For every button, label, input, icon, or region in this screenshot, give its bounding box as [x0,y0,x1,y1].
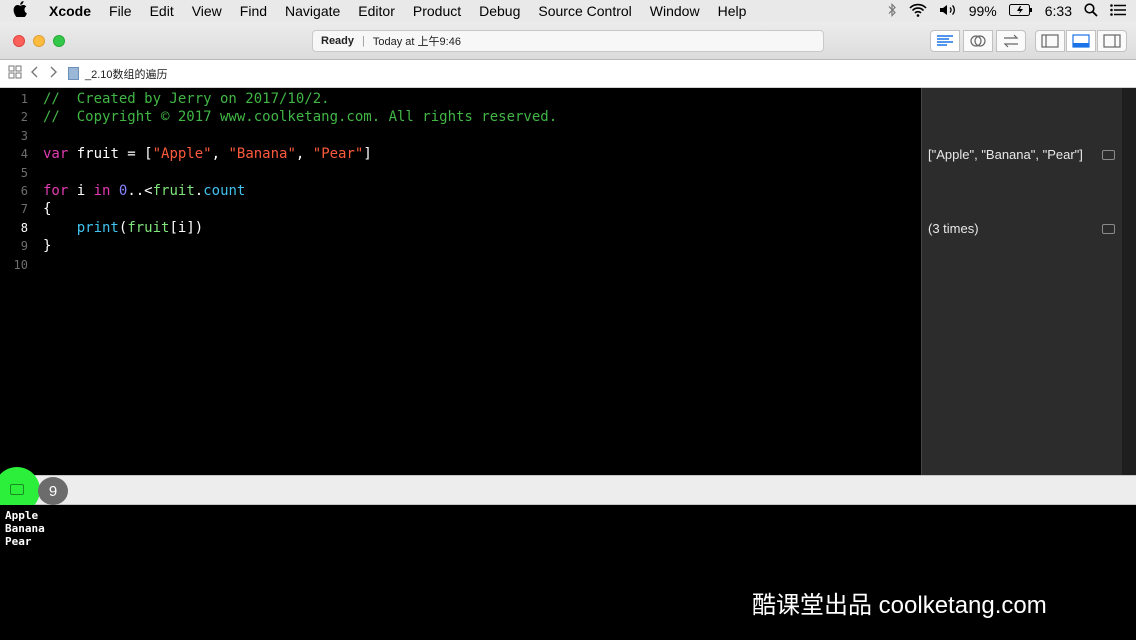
close-window-button[interactable] [13,35,25,47]
code-editor[interactable]: 1 2 3 4 5 6 7 8 9 10 // Created by Jerry… [0,88,921,475]
jump-bar: _2.10数组的遍历 [0,60,1136,88]
debug-area-toggle-button[interactable] [1066,30,1096,52]
line-number-gutter: 1 2 3 4 5 6 7 8 9 10 [0,90,34,274]
version-editor-icon [1003,34,1019,48]
utilities-toggle-button[interactable] [1097,30,1127,52]
menu-edit[interactable]: Edit [141,3,183,19]
apple-menu-icon[interactable] [0,1,40,21]
debug-bar: 9 [0,467,1136,513]
result-line-4: ["Apple", "Banana", "Pear"] [928,147,1083,162]
code-line-7: { [43,201,52,218]
issue-count-badge[interactable]: 9 [38,477,68,505]
battery-icon[interactable] [1008,3,1033,19]
left-panel-icon [1041,34,1059,48]
line-number: 10 [13,257,28,272]
status-area: 99% 6:33 [887,2,1136,20]
line-number: 6 [20,183,28,198]
search-icon[interactable] [1084,2,1098,20]
menu-product[interactable]: Product [404,3,470,19]
menu-xcode[interactable]: Xcode [40,3,100,19]
wifi-icon[interactable] [909,3,927,20]
breadcrumb-file[interactable]: _2.10数组的遍历 [85,66,168,82]
bluetooth-icon[interactable] [887,2,897,20]
code-text[interactable]: // Created by Jerry on 2017/10/2. // Cop… [43,90,557,274]
code-line-4: var fruit = ["Apple", "Banana", "Pear"] [43,146,372,163]
list-icon[interactable] [1110,3,1126,19]
results-sidebar: ["Apple", "Banana", "Pear"] (3 times) [921,88,1122,475]
standard-editor-icon [937,35,953,46]
code-line-1: // Created by Jerry on 2017/10/2. [43,91,330,107]
console-output: Apple Banana Pear [5,509,45,548]
menu-bar: Xcode File Edit View Find Navigate Edito… [0,0,1136,22]
line-number: 3 [20,128,28,143]
status-timestamp: Today at 上午9:46 [372,36,461,48]
line-number: 4 [20,147,28,162]
code-line-6: for i in 0..<fruit.count [43,182,246,199]
menu-editor[interactable]: Editor [349,3,404,19]
quick-look-button[interactable] [1102,224,1115,234]
status-text: Ready [321,35,355,47]
code-line-9: } [43,238,52,255]
minimize-window-button[interactable] [33,35,45,47]
code-line-2: // Copyright © 2017 www.coolketang.com. … [43,109,558,126]
zoom-window-button[interactable] [53,35,65,47]
menu-file[interactable]: File [100,3,141,19]
version-editor-button[interactable] [996,30,1026,52]
menu-navigate[interactable]: Navigate [276,3,349,19]
activity-viewer: Ready | Today at 上午9:46 [312,30,824,52]
battery-percent: 99% [968,3,997,19]
bottom-panel-icon [1072,34,1090,48]
standard-editor-button[interactable] [930,30,960,52]
result-line-8: (3 times) [928,221,979,236]
back-chevron-icon[interactable] [30,65,40,82]
line-number: 9 [20,239,28,254]
line-number: 2 [20,110,28,125]
navigator-toggle-button[interactable] [1035,30,1065,52]
assistant-editor-button[interactable] [963,30,993,52]
volume-icon[interactable] [939,3,957,20]
related-items-icon[interactable] [8,65,22,82]
code-line-8: print(fruit[i]) [76,219,204,236]
line-number: 5 [20,165,28,180]
quick-look-button[interactable] [1102,150,1115,160]
menu-view[interactable]: View [183,3,231,19]
line-number: 1 [20,92,28,106]
status-separator: | [362,35,365,47]
menu-help[interactable]: Help [709,3,756,19]
right-panel-icon [1103,34,1121,48]
menu-debug[interactable]: Debug [470,3,529,19]
menu-window[interactable]: Window [641,3,709,19]
window-toolbar: Ready | Today at 上午9:46 [0,22,1136,60]
line-number: 7 [20,202,28,217]
debug-area-icon [10,484,24,495]
forward-chevron-icon[interactable] [48,65,58,82]
console-area[interactable]: Apple Banana Pear 酷课堂出品 coolketang.com [0,505,1136,640]
menu-source-control[interactable]: Source Control [529,3,640,19]
playground-file-icon [68,67,79,80]
menu-find[interactable]: Find [231,3,276,19]
watermark: 酷课堂出品 coolketang.com [752,592,1047,619]
clock[interactable]: 6:33 [1045,3,1072,19]
line-number-current: 8 [20,220,28,235]
assistant-editor-icon [970,35,986,47]
editor-scrollbar[interactable] [1122,88,1136,475]
